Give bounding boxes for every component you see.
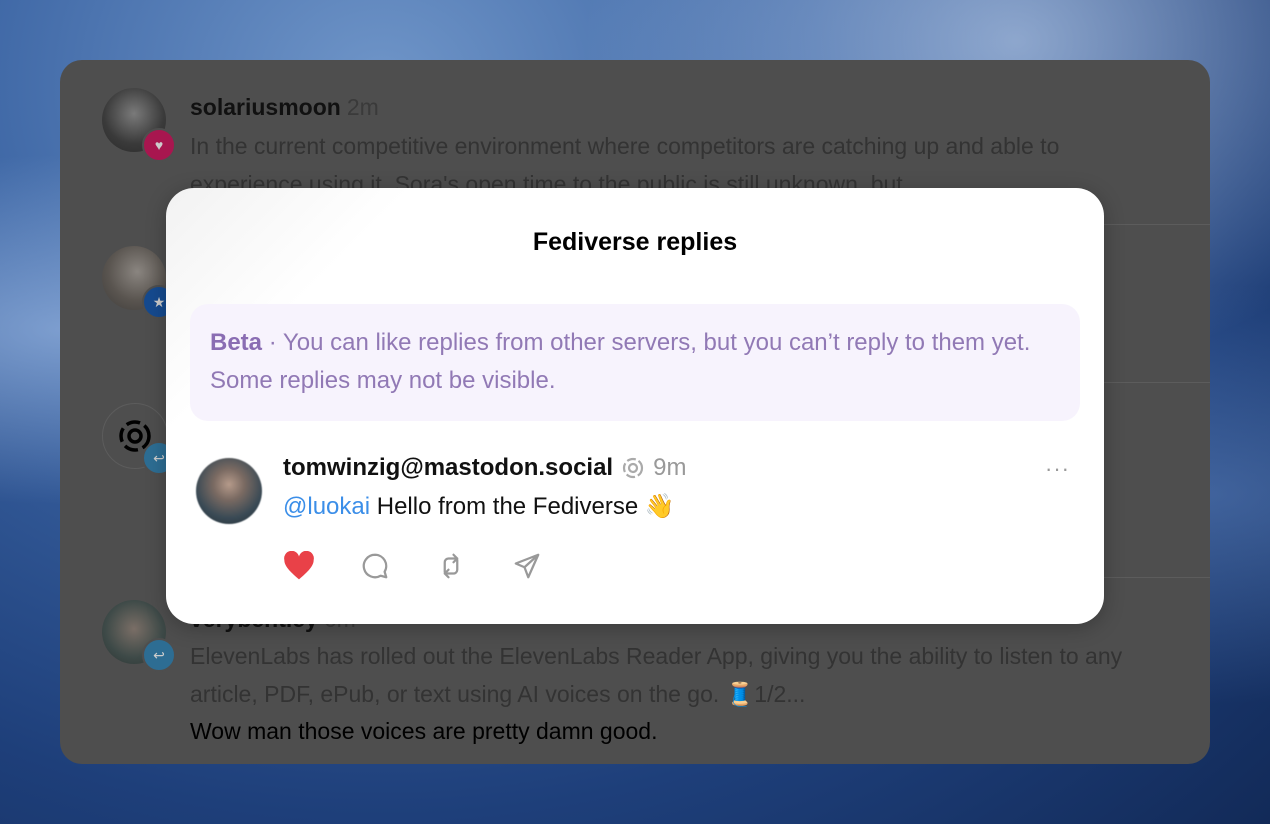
reply-actions [283,550,543,582]
beta-notice: Beta · You can like replies from other s… [190,304,1080,421]
mention-link[interactable]: @luokai [283,493,370,520]
username[interactable]: tomwinzig@mastodon.social [283,454,613,482]
post-preview: ElevenLabs has rolled out the ElevenLabs… [190,643,1123,707]
timestamp: 2m [346,94,379,120]
timestamp: 9m [653,454,687,481]
repost-icon [443,553,459,579]
avatar[interactable] [196,458,262,524]
reply-header: tomwinzig@mastodon.social 9m [283,454,686,482]
comment-icon [362,553,388,579]
like-button[interactable] [283,550,315,582]
username[interactable]: solariusmoon 2m [190,94,379,121]
share-button[interactable] [511,550,543,582]
repost-button[interactable] [435,550,467,582]
heart-icon [284,551,314,580]
reply-text: Wow man those voices are pretty damn goo… [190,718,658,744]
fediverse-replies-dialog: Fediverse replies Beta · You can like re… [166,188,1104,624]
more-options-button[interactable]: ··· [1045,456,1070,482]
beta-label: Beta [210,329,263,356]
send-icon [514,553,540,579]
reply-body: Hello from the Fediverse 👋 [370,493,675,520]
username-text: solariusmoon [190,94,341,120]
beta-notice-text: · You can like replies from other server… [210,329,1031,394]
reply-icon: ↩ [142,638,176,672]
fediverse-icon [622,457,644,479]
heart-icon: ♥ [142,128,176,162]
dialog-title: Fediverse replies [532,228,738,256]
reply-button[interactable] [359,550,391,582]
reply-text: @luokai Hello from the Fediverse 👋 [283,492,675,521]
